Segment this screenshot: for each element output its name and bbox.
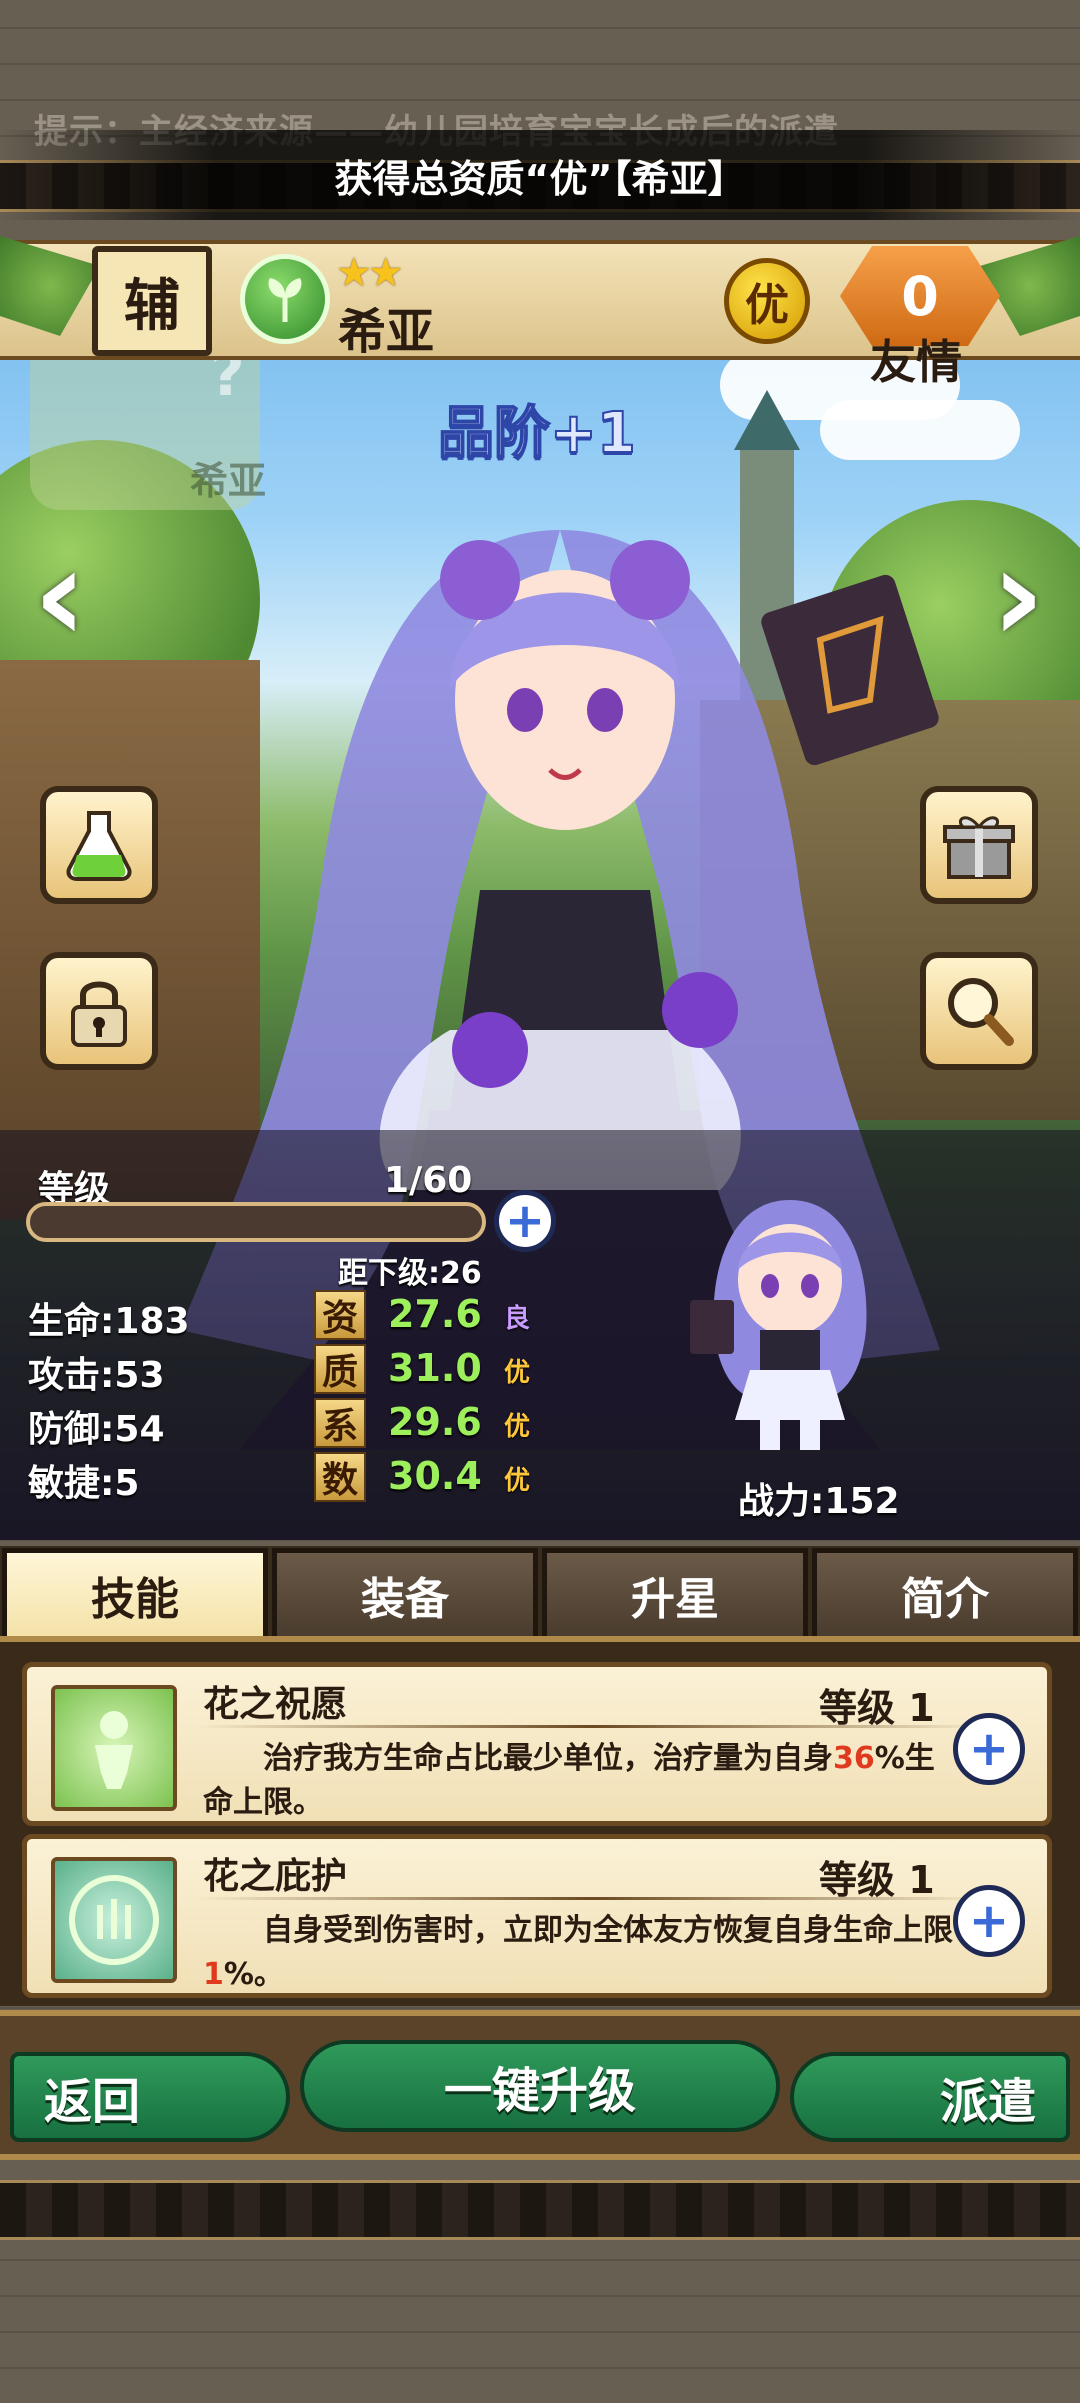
upgrade-all-button[interactable]: 一键升级: [300, 2040, 780, 2132]
skill-card: 花之庇护 等级 1 自身受到伤害时，立即为全体友方恢复自身生命上限1%。 +: [22, 1834, 1052, 1998]
magnifier-icon: [948, 978, 1014, 1046]
skill-description: 治疗我方生命占比最少单位，治疗量为自身36%生命上限。: [203, 1741, 935, 1820]
back-button[interactable]: 返回: [10, 2052, 290, 2142]
lock-icon: [71, 981, 127, 1047]
dispatch-button[interactable]: 派遣: [790, 2052, 1070, 2142]
skill-card: 花之祝愿 等级 1 治疗我方生命占比最少单位，治疗量为自身36%生命上限。 +: [22, 1662, 1052, 1826]
toast-message: 获得总资质“优”【希亚】: [0, 130, 1080, 220]
tab-skills[interactable]: 技能: [2, 1548, 268, 1636]
skill-protect-icon: [51, 1857, 177, 1983]
aptitude-grade: 优: [504, 1358, 531, 1388]
aptitude-grade: 良: [504, 1304, 531, 1334]
aptitude-value: 29.6: [388, 1400, 482, 1444]
aptitude-value: 30.4: [388, 1454, 482, 1498]
aptitude-grade: 优: [504, 1466, 531, 1496]
skill-upgrade-button[interactable]: +: [953, 1885, 1025, 1957]
next-level-exp: 距下级:26: [338, 1256, 482, 1291]
aptitude-char: 数: [314, 1452, 366, 1502]
star-rating: ★★: [336, 250, 404, 296]
stat-defense: 防御:54: [28, 1409, 165, 1450]
stat-attack: 攻击:53: [28, 1355, 165, 1396]
element-leaf-icon: [240, 254, 330, 344]
stat-agility: 敏捷:5: [28, 1463, 140, 1504]
experience-bar: [26, 1202, 486, 1242]
aptitude-grade: 优: [504, 1412, 531, 1442]
divider: [197, 1725, 987, 1728]
skill-level: 等级 1: [819, 1858, 935, 1902]
ghost-character-name: 希亚: [190, 459, 267, 503]
plus-icon: +: [504, 1193, 546, 1249]
gift-icon: [943, 816, 1015, 879]
stat-hp: 生命:183: [28, 1301, 190, 1342]
tab-profile[interactable]: 简介: [812, 1548, 1078, 1636]
potion-icon: [66, 811, 132, 881]
skill-name: 花之祝愿: [203, 1684, 348, 1725]
character-name: 希亚: [338, 304, 435, 360]
inspect-button[interactable]: [920, 952, 1038, 1070]
plus-icon: +: [968, 1721, 1010, 1777]
plus-icon: +: [968, 1893, 1010, 1949]
quality-badge: 优: [724, 258, 810, 344]
potion-button[interactable]: [40, 786, 158, 904]
tower-roof: [734, 390, 800, 450]
character-chibi: [690, 1200, 867, 1450]
gift-button[interactable]: [920, 786, 1038, 904]
role-badge: 辅: [92, 246, 212, 356]
combat-power: 战力:152: [738, 1481, 900, 1522]
skill-level: 等级 1: [819, 1686, 935, 1730]
skill-upgrade-button[interactable]: +: [953, 1713, 1025, 1785]
aptitude-char: 质: [314, 1344, 366, 1394]
next-character-arrow-icon[interactable]: ›: [978, 519, 1058, 671]
divider: [197, 1897, 987, 1900]
level-value: 1/60: [384, 1160, 473, 1201]
aptitude-char: 系: [314, 1398, 366, 1448]
skill-description: 自身受到伤害时，立即为全体友方恢复自身生命上限1%。: [203, 1913, 953, 1992]
aptitude-value: 31.0: [388, 1346, 482, 1390]
lock-button[interactable]: [40, 952, 158, 1070]
skill-wish-icon: [51, 1685, 177, 1811]
friendship-label: 友情: [870, 335, 962, 389]
aptitude-char: 资: [314, 1290, 366, 1340]
decorative-strip-bottom: [0, 2180, 1080, 2240]
tab-equipment[interactable]: 装备: [272, 1548, 538, 1636]
rank-up-text: 品阶+1: [437, 400, 637, 467]
cloud: [820, 400, 1020, 460]
prev-character-arrow-icon[interactable]: ‹: [20, 519, 100, 671]
aptitude-value: 27.6: [388, 1292, 482, 1336]
tab-star-up[interactable]: 升星: [542, 1548, 808, 1636]
level-up-button[interactable]: +: [494, 1190, 556, 1252]
skill-name: 花之庇护: [203, 1856, 348, 1897]
